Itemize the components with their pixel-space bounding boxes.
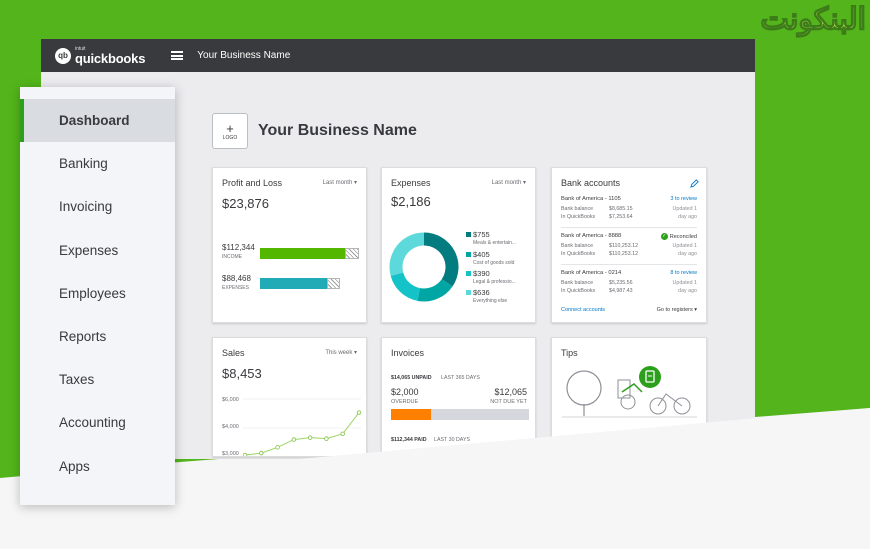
sidebar-item-taxes[interactable]: Taxes xyxy=(20,358,175,401)
sidebar-item-accounting[interactable]: Accounting xyxy=(20,401,175,444)
sidebar-item-reports[interactable]: Reports xyxy=(20,315,175,358)
sidebar-item-invoicing[interactable]: Invoicing xyxy=(20,185,175,228)
sidebar-item-apps[interactable]: Apps xyxy=(20,445,175,488)
sidebar-item-dashboard[interactable]: Dashboard xyxy=(20,99,175,143)
sidebar-item-expenses[interactable]: Expenses xyxy=(20,229,175,272)
sidebar-item-banking[interactable]: Banking xyxy=(20,142,175,185)
sidebar-nav: Dashboard Banking Invoicing Expenses Emp… xyxy=(20,87,175,505)
sidebar-item-employees[interactable]: Employees xyxy=(20,272,175,315)
